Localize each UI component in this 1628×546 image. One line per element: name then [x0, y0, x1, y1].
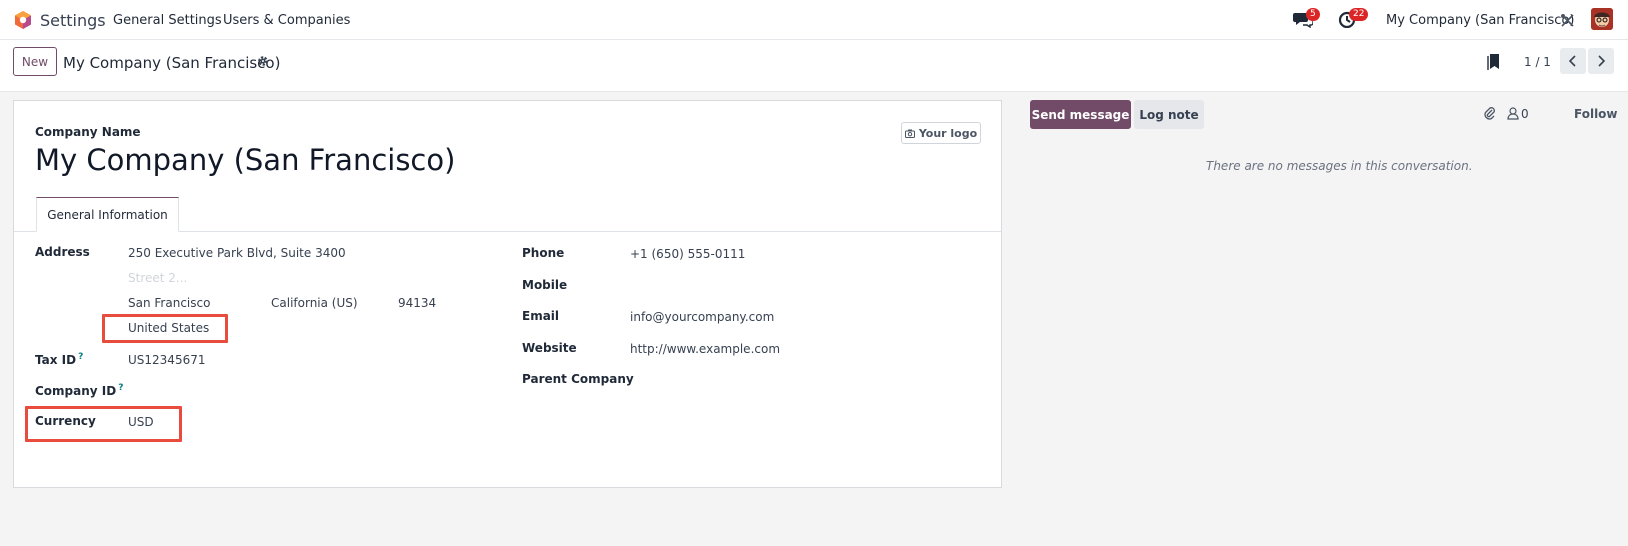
debug-tools-icon[interactable] — [1560, 13, 1575, 28]
street-field[interactable]: 250 Executive Park Blvd, Suite 3400 — [128, 246, 346, 260]
gear-icon[interactable] — [257, 55, 269, 67]
tab-general-information[interactable]: General Information — [36, 197, 179, 232]
zip-field[interactable]: 94134 — [398, 296, 436, 310]
followers-count[interactable]: 0 — [1521, 107, 1529, 121]
app-name[interactable]: Settings — [40, 11, 106, 30]
bookmark-icon[interactable] — [1487, 53, 1501, 71]
user-avatar[interactable] — [1591, 8, 1613, 30]
menu-users-companies[interactable]: Users & Companies — [223, 13, 350, 28]
tax-id-label: Tax ID? — [35, 352, 83, 367]
tax-id-label-text: Tax ID — [35, 353, 77, 367]
pager-next-button[interactable] — [1588, 48, 1614, 74]
activities-button[interactable]: 22 — [1338, 8, 1369, 32]
paperclip-icon[interactable] — [1483, 105, 1495, 121]
mobile-label: Mobile — [522, 278, 568, 292]
country-highlight-box — [102, 314, 228, 343]
pager-value[interactable]: 1 / 1 — [1524, 55, 1551, 69]
camera-icon — [904, 129, 915, 138]
company-id-help-icon[interactable]: ? — [118, 383, 123, 393]
top-navbar: Settings General Settings Users & Compan… — [0, 0, 1628, 40]
followers-icon[interactable] — [1507, 107, 1519, 120]
user-avatar-icon — [1591, 8, 1613, 30]
email-label: Email — [522, 309, 560, 323]
breadcrumb-record-title: My Company (San Francisco) — [63, 54, 281, 72]
menu-general-settings[interactable]: General Settings — [113, 13, 222, 28]
website-field[interactable]: http://www.example.com — [630, 342, 780, 356]
new-button[interactable]: New — [13, 47, 57, 76]
chevron-left-icon — [1569, 55, 1576, 67]
company-id-label: Company ID? — [35, 383, 123, 398]
company-logo-upload[interactable]: Your logo — [901, 122, 981, 144]
tax-id-help-icon[interactable]: ? — [78, 352, 83, 362]
company-name-label: Company Name — [35, 125, 141, 139]
chevron-right-icon — [1598, 55, 1605, 67]
state-field[interactable]: California (US) — [271, 296, 358, 310]
currency-highlight-box — [25, 406, 182, 442]
city-field[interactable]: San Francisco — [128, 296, 210, 310]
company-logo-label: Your logo — [918, 126, 978, 140]
company-switcher[interactable]: My Company (San Francisco) — [1386, 13, 1574, 28]
log-note-button[interactable]: Log note — [1134, 100, 1204, 129]
tax-id-field[interactable]: US12345671 — [128, 353, 205, 367]
address-label: Address — [35, 245, 90, 259]
street2-field[interactable]: Street 2... — [128, 271, 187, 285]
messages-badge: 5 — [1306, 8, 1320, 21]
send-message-button[interactable]: Send message — [1030, 100, 1131, 129]
follow-button[interactable]: Follow — [1574, 107, 1618, 121]
empty-conversation-text: There are no messages in this conversati… — [1206, 159, 1473, 173]
website-label: Website — [522, 341, 577, 355]
email-field[interactable]: info@yourcompany.com — [630, 310, 774, 324]
activities-badge: 22 — [1349, 8, 1369, 21]
pager-previous-button[interactable] — [1560, 48, 1586, 74]
messages-button[interactable]: 5 — [1293, 8, 1320, 32]
company-id-label-text: Company ID — [35, 384, 117, 398]
parent-company-label: Parent Company — [522, 372, 634, 386]
phone-field[interactable]: +1 (650) 555-0111 — [630, 247, 745, 261]
settings-app-logo-icon[interactable] — [13, 10, 33, 30]
company-name-input[interactable]: My Company (San Francisco) — [35, 143, 455, 177]
control-panel: New My Company (San Francisco) 1 / 1 — [0, 40, 1628, 92]
phone-label: Phone — [522, 246, 565, 260]
